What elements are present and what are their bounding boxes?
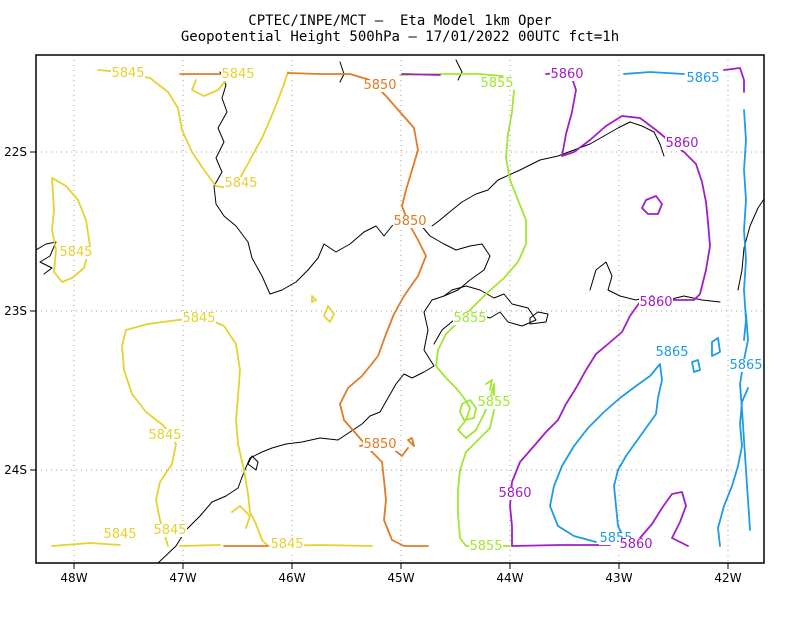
contour-label-5845: 5845 <box>224 176 257 191</box>
contour-label-5855: 5855 <box>480 76 513 91</box>
contour-label-5860: 5860 <box>639 295 672 310</box>
contour-label-5850: 5850 <box>363 437 396 452</box>
contour-label-5860: 5860 <box>619 537 652 552</box>
contour-5855 <box>399 73 527 547</box>
contour-label-5860: 5860 <box>498 486 531 501</box>
contour-label-5855: 5855 <box>469 539 502 554</box>
contour-label-5845: 5845 <box>221 67 254 82</box>
x-tick-label: 43W <box>605 571 632 585</box>
contour-label-5860: 5860 <box>550 67 583 82</box>
y-tick-label: 23S <box>4 304 27 318</box>
x-axis-tick-labels: 48W 47W 46W 45W 44W 43W 42W <box>60 571 741 585</box>
map-canvas: 5845 5845 5845 5845 5845 5845 5845 5845 5845 5850… <box>4 54 765 585</box>
contour-label-5860: 5860 <box>665 136 698 151</box>
contour-label-5865: 5865 <box>686 71 719 86</box>
contour-label-5845: 5845 <box>111 66 144 81</box>
contour-label-5845: 5845 <box>148 428 181 443</box>
y-axis-tick-labels: 22S 23S 24S <box>4 145 27 477</box>
x-tick-label: 48W <box>60 571 87 585</box>
x-tick-label: 42W <box>714 571 741 585</box>
x-tick-label: 44W <box>496 571 523 585</box>
contour-label-5855: 5855 <box>453 311 486 326</box>
contour-label-5845: 5845 <box>59 245 92 260</box>
contour-label-5845: 5845 <box>103 527 136 542</box>
contour-label-5845: 5845 <box>153 523 186 538</box>
contour-label-5865: 5865 <box>729 358 762 373</box>
x-tick-label: 45W <box>387 571 414 585</box>
contour-label-5850: 5850 <box>393 214 426 229</box>
contour-label-5850: 5850 <box>363 78 396 93</box>
x-tick-label: 46W <box>278 571 305 585</box>
contour-5845 <box>51 69 373 547</box>
contour-label-5845: 5845 <box>182 311 215 326</box>
contour-label-5855: 5855 <box>477 395 510 410</box>
x-tick-label: 47W <box>169 571 196 585</box>
contour-5850 <box>179 72 429 547</box>
tick-marks <box>30 151 729 569</box>
y-tick-label: 24S <box>4 463 27 477</box>
y-tick-label: 22S <box>4 145 27 159</box>
contour-label-5845: 5845 <box>270 537 303 552</box>
contour-label-5865: 5865 <box>655 345 688 360</box>
